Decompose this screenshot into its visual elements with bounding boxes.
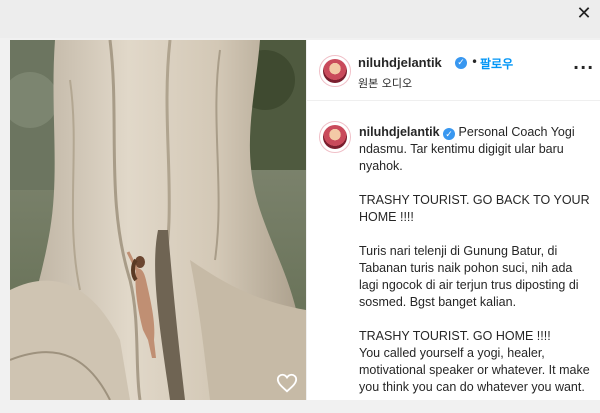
post-header: niluhdjelantik ✓ • 팔로우 원본 오디오 ··· <box>307 40 600 101</box>
close-icon[interactable]: ✕ <box>576 5 592 23</box>
avatar-image <box>323 59 347 83</box>
verified-badge-icon: ✓ <box>443 128 456 140</box>
caption-username[interactable]: niluhdjelantik <box>359 125 440 139</box>
post-modal: niluhdjelantik ✓ • 팔로우 원본 오디오 ··· niluhd… <box>10 40 600 400</box>
caption-paragraph: Turis nari telenji di Gunung Batur, di T… <box>359 244 579 309</box>
avatar[interactable] <box>319 55 351 87</box>
caption-avatar[interactable] <box>319 121 351 153</box>
caption-first-paragraph: niluhdjelantik ✓ Personal Coach Yogi nda… <box>359 124 591 175</box>
modal-backdrop-top: ✕ <box>0 0 600 38</box>
heart-icon[interactable] <box>276 372 298 394</box>
tree-photo <box>10 40 306 400</box>
verified-badge-icon: ✓ <box>455 57 467 69</box>
header-username[interactable]: niluhdjelantik <box>358 55 442 70</box>
original-audio-link[interactable]: 원본 오디오 <box>358 75 412 91</box>
caption-paragraph: TRASHY TOURIST. GO BACK TO YOUR HOME !!!… <box>359 193 590 224</box>
avatar-image <box>323 125 347 149</box>
post-image[interactable] <box>10 40 306 400</box>
caption-section: niluhdjelantik ✓ Personal Coach Yogi nda… <box>307 101 600 400</box>
separator-dot: • <box>471 55 479 69</box>
caption-text: niluhdjelantik ✓ Personal Coach Yogi nda… <box>359 124 591 413</box>
caption-paragraph: TRASHY TOURIST. GO HOME !!!! You called … <box>359 329 590 394</box>
more-options-icon[interactable]: ··· <box>573 58 594 77</box>
follow-button[interactable]: 팔로우 <box>480 55 513 72</box>
